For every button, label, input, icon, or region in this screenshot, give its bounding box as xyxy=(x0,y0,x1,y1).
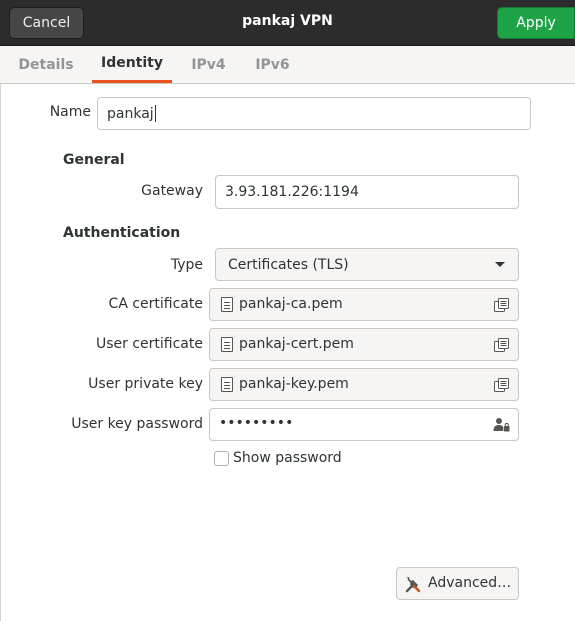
gateway-value: 3.93.181.226:1194 xyxy=(225,184,359,200)
file-chooser-icon xyxy=(494,378,509,392)
tab-bar: Details Identity IPv4 IPv6 xyxy=(0,46,575,84)
key-password-input[interactable]: ••••••••• xyxy=(209,408,519,441)
private-key-chooser[interactable]: pankaj-key.pem xyxy=(209,368,519,401)
name-label: Name xyxy=(49,104,91,120)
general-heading: General xyxy=(63,152,125,168)
tools-icon xyxy=(405,577,421,593)
type-dropdown[interactable]: Certificates (TLS) xyxy=(215,248,519,281)
name-input[interactable]: pankaj xyxy=(97,97,531,130)
tab-ipv4[interactable]: IPv4 xyxy=(181,46,236,83)
header-bar: Cancel pankaj VPN Apply xyxy=(0,0,575,46)
private-key-label: User private key xyxy=(88,376,203,392)
document-icon xyxy=(221,297,233,312)
file-chooser-icon xyxy=(494,338,509,352)
private-key-file: pankaj-key.pem xyxy=(239,376,349,392)
show-password-checkbox[interactable] xyxy=(214,451,229,466)
type-value: Certificates (TLS) xyxy=(228,256,349,273)
ca-certificate-chooser[interactable]: pankaj-ca.pem xyxy=(209,288,519,321)
tab-ipv6[interactable]: IPv6 xyxy=(245,46,300,83)
show-password-label[interactable]: Show password xyxy=(233,450,342,466)
document-icon xyxy=(221,377,233,392)
apply-button[interactable]: Apply xyxy=(497,7,575,39)
dropdown-arrow-icon xyxy=(495,262,505,267)
document-icon xyxy=(221,337,233,352)
dialog-title: pankaj VPN xyxy=(242,13,333,29)
advanced-button[interactable]: Advanced… xyxy=(396,567,519,600)
name-value: pankaj xyxy=(107,105,154,122)
key-password-label: User key password xyxy=(71,416,203,432)
tab-identity[interactable]: Identity xyxy=(92,46,172,83)
user-certificate-file: pankaj-cert.pem xyxy=(239,336,354,352)
file-chooser-icon xyxy=(494,298,509,312)
type-label: Type xyxy=(170,257,203,273)
ca-certificate-file: pankaj-ca.pem xyxy=(239,296,343,312)
password-mask: ••••••••• xyxy=(219,415,294,431)
user-certificate-chooser[interactable]: pankaj-cert.pem xyxy=(209,328,519,361)
password-storage-icon[interactable] xyxy=(493,417,510,432)
user-certificate-label: User certificate xyxy=(95,336,203,352)
tab-details[interactable]: Details xyxy=(9,46,83,83)
ca-certificate-label: CA certificate xyxy=(108,296,203,312)
gateway-label: Gateway xyxy=(141,183,203,199)
advanced-label: Advanced… xyxy=(428,575,512,591)
gateway-input[interactable]: 3.93.181.226:1194 xyxy=(215,175,519,209)
text-cursor xyxy=(154,105,156,122)
authentication-heading: Authentication xyxy=(63,225,181,241)
